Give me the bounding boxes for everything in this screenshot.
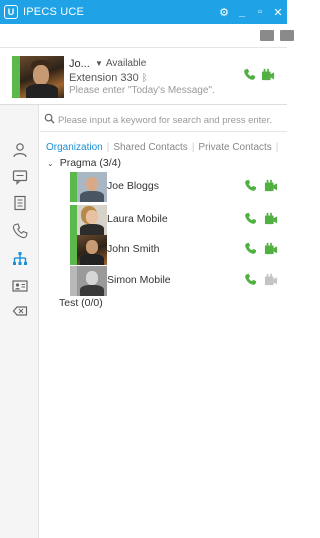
extension-label: Extension 330	[69, 72, 139, 84]
contact-name: Simon Mobile	[107, 274, 171, 286]
my-presence-indicator	[12, 56, 20, 98]
tab-separator: |	[106, 141, 110, 153]
tab-separator: |	[275, 141, 279, 153]
contact-card-icon	[11, 280, 28, 292]
call-phone-icon[interactable]	[244, 179, 257, 195]
call-phone-icon[interactable]	[244, 273, 257, 289]
sidebar-item-tags[interactable]	[0, 298, 39, 324]
status-dropdown[interactable]: ▼ Available	[95, 58, 146, 69]
call-phone-icon[interactable]	[244, 212, 257, 228]
contact-row[interactable]: Simon Mobile	[70, 266, 287, 296]
tab-private-contacts[interactable]: Private Contacts	[198, 142, 271, 153]
chat-bubble-icon	[12, 170, 27, 185]
person-icon	[12, 143, 27, 158]
contact-tabs: Organization | Shared Contacts | Private…	[46, 139, 282, 155]
sidebar-item-contacts[interactable]	[0, 273, 39, 299]
video-call-icon[interactable]	[264, 242, 278, 258]
contact-avatar	[77, 205, 107, 235]
search-icon	[44, 113, 55, 127]
sidebar-item-notes[interactable]	[0, 190, 39, 216]
screen-share-icon[interactable]	[260, 30, 274, 41]
contact-avatar	[77, 266, 107, 296]
document-icon	[13, 195, 26, 211]
contact-row[interactable]: Joe Bloggs	[70, 172, 287, 202]
my-name: Jo...	[69, 58, 90, 70]
collapse-chevron-icon: ⌄	[47, 159, 54, 168]
presence-indicator	[70, 235, 77, 265]
video-call-icon[interactable]	[264, 179, 278, 195]
tab-shared-contacts[interactable]: Shared Contacts	[113, 142, 188, 153]
app-title: IPECS UCE	[23, 6, 85, 18]
minimize-button[interactable]: _	[233, 6, 251, 18]
phone-icon	[12, 223, 28, 239]
sidebar-item-calls[interactable]	[0, 218, 39, 244]
contact-row[interactable]: Laura Mobile	[70, 205, 287, 235]
contact-avatar	[77, 235, 107, 265]
presence-indicator	[70, 266, 77, 296]
tab-separator: |	[191, 141, 195, 153]
sidebar-item-profile[interactable]	[0, 137, 39, 163]
contact-name: John Smith	[107, 243, 160, 255]
tab-organization[interactable]: Organization	[46, 142, 103, 153]
call-phone-icon[interactable]	[244, 242, 257, 258]
sidebar-item-organization[interactable]	[0, 246, 39, 272]
app-logo-icon: U	[4, 5, 18, 19]
settings-gear-icon[interactable]: ⚙	[215, 6, 233, 19]
close-button[interactable]: ✕	[269, 6, 287, 19]
presence-indicator	[70, 172, 77, 202]
todays-message-input[interactable]: Please enter "Today's Message".	[69, 85, 215, 96]
chevron-down-icon: ▼	[95, 59, 103, 68]
toolbar	[0, 24, 294, 48]
contact-name: Laura Mobile	[107, 213, 168, 225]
folder-icon[interactable]	[280, 30, 294, 41]
contact-name: Joe Bloggs	[107, 180, 159, 192]
my-extension: Extension 330 ᛒ	[69, 72, 148, 84]
title-bar: U IPECS UCE ⚙ _ ▫ ✕	[0, 0, 287, 24]
search-input[interactable]	[58, 111, 287, 129]
call-phone-icon[interactable]	[243, 68, 256, 84]
presence-indicator	[70, 205, 77, 235]
sidebar	[0, 105, 39, 538]
bluetooth-icon: ᛒ	[141, 73, 148, 84]
sidebar-item-chat[interactable]	[0, 164, 39, 190]
search-bar	[40, 108, 287, 132]
contact-row[interactable]: John Smith	[70, 235, 287, 265]
tag-icon	[12, 306, 27, 316]
my-avatar[interactable]	[20, 56, 64, 98]
my-profile: Jo... ▼ Available Extension 330 ᛒ Please …	[0, 48, 287, 104]
org-chart-icon	[12, 252, 27, 265]
group-header-test[interactable]: Test (0/0)	[59, 297, 103, 309]
maximize-button[interactable]: ▫	[251, 6, 269, 18]
video-call-disabled-icon	[264, 273, 278, 289]
divider	[0, 104, 287, 105]
contact-avatar	[77, 172, 107, 202]
status-label: Available	[105, 58, 147, 69]
video-call-icon[interactable]	[264, 212, 278, 228]
group-header-pragma[interactable]: ⌄ Pragma (3/4)	[47, 157, 121, 169]
video-call-icon[interactable]	[261, 68, 275, 84]
window-controls: ⚙ _ ▫ ✕	[215, 0, 287, 24]
group-label: Pragma (3/4)	[59, 157, 121, 169]
